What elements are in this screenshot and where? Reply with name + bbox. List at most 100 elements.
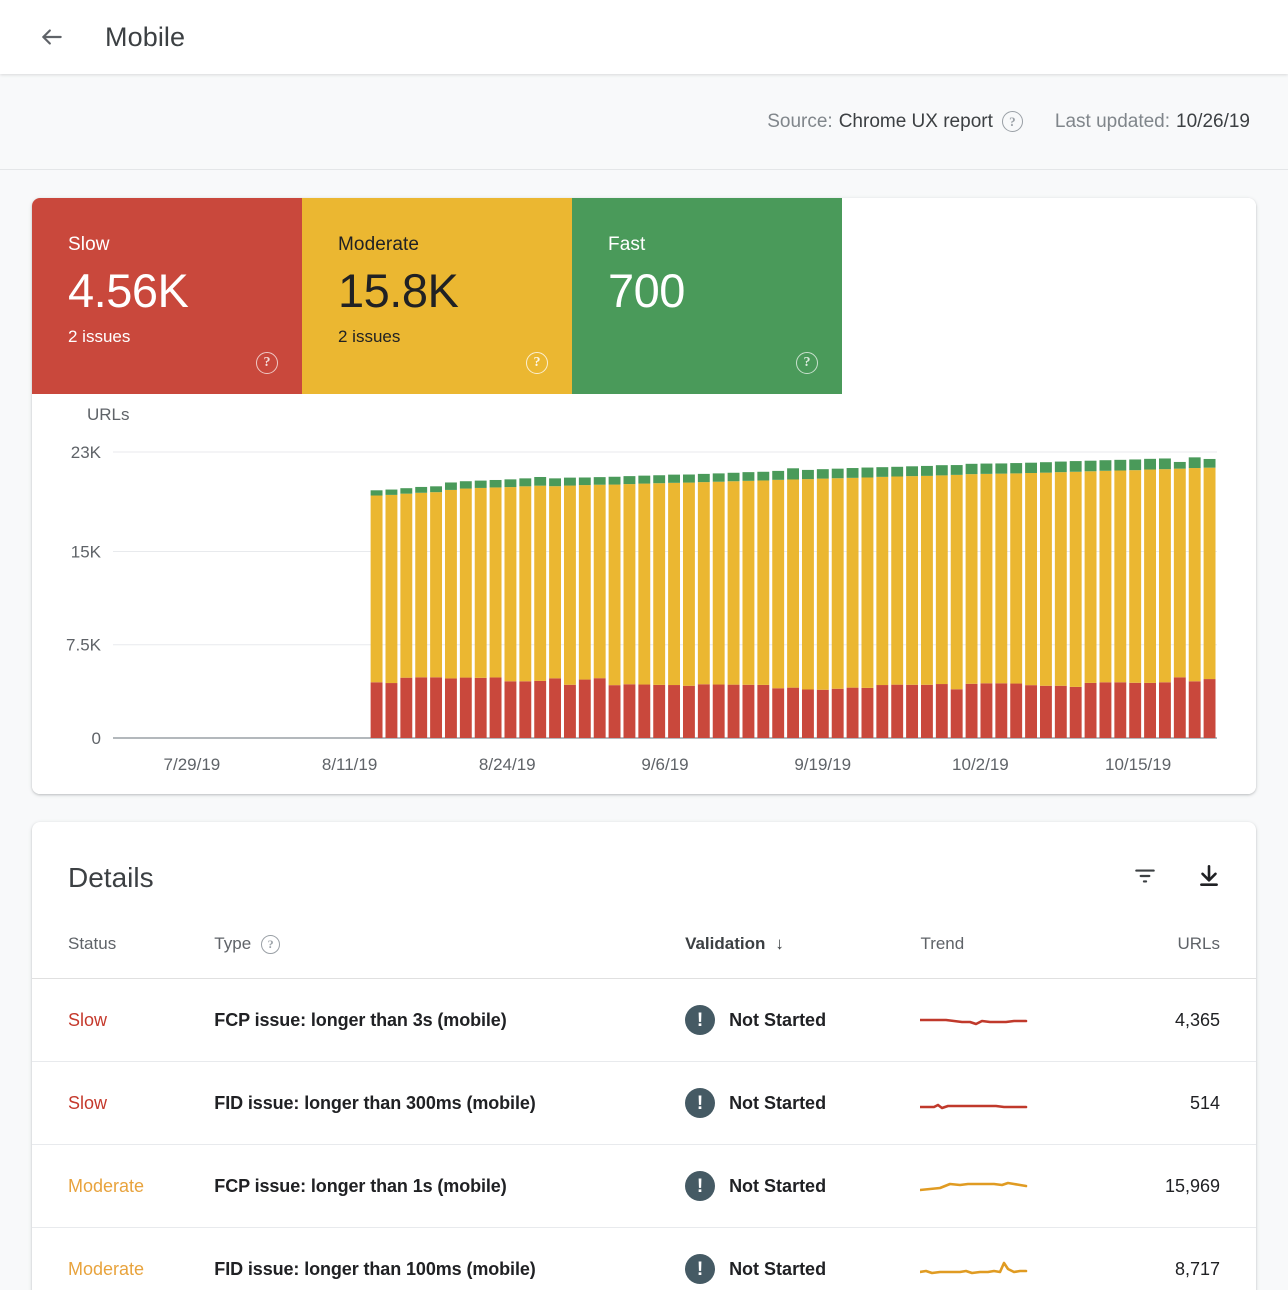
- validation-status-label: Not Started: [729, 1259, 826, 1280]
- validation-status-label: Not Started: [729, 1093, 826, 1114]
- details-panel: Details: [32, 822, 1256, 1290]
- table-row[interactable]: Slow FCP issue: longer than 3s (mobile)! N…: [32, 979, 1256, 1062]
- column-header-trend[interactable]: Trend: [920, 908, 1105, 979]
- filter-button[interactable]: [1130, 863, 1160, 893]
- row-type-cell[interactable]: FID issue: longer than 300ms (mobile): [214, 1062, 685, 1145]
- status-card-fast-label: Fast: [608, 234, 842, 256]
- column-header-status[interactable]: Status: [32, 908, 214, 979]
- table-row[interactable]: Moderate FID issue: longer than 100ms (mo…: [32, 1228, 1256, 1290]
- status-badge: Moderate: [68, 1259, 144, 1279]
- overview-panel: Slow 4.56K 2 issues ? Moderate 15.8K 2 i…: [32, 198, 1256, 794]
- svg-text:23K: 23K: [71, 443, 102, 462]
- column-header-urls-label: URLs: [1177, 934, 1220, 953]
- last-updated-info: Last updated: 10/26/19: [1055, 111, 1250, 133]
- row-trend-cell: [920, 979, 1105, 1062]
- svg-text:10/2/19: 10/2/19: [952, 755, 1009, 774]
- status-card-moderate-issues: 2 issues: [338, 327, 572, 347]
- content-area: Slow 4.56K 2 issues ? Moderate 15.8K 2 i…: [0, 170, 1288, 1290]
- urls-stacked-bar-chart-svg: URLs 0 7.5K 15K 23K 7/29/19 8/11/19 8/24/19 9/6/…: [32, 394, 1256, 794]
- alert-exclamation-icon: !: [685, 1254, 715, 1284]
- column-header-status-label: Status: [68, 934, 116, 954]
- details-table-head: Status Type ? Validation ↓: [32, 908, 1256, 979]
- svg-text:8/24/19: 8/24/19: [479, 755, 536, 774]
- status-card-moderate-help-icon[interactable]: ?: [526, 352, 548, 374]
- alert-exclamation-icon: !: [685, 1005, 715, 1035]
- column-header-validation-label: Validation: [685, 934, 765, 954]
- row-type-cell[interactable]: FCP issue: longer than 3s (mobile): [214, 979, 685, 1062]
- status-card-moderate[interactable]: Moderate 15.8K 2 issues ?: [302, 198, 572, 394]
- status-badge: Slow: [68, 1010, 107, 1030]
- trend-sparkline: [920, 1257, 1030, 1281]
- source-value: Chrome UX report: [839, 111, 993, 133]
- row-urls-cell: 514: [1106, 1062, 1256, 1145]
- source-label: Source:: [767, 111, 832, 133]
- validation-status-label: Not Started: [729, 1010, 826, 1031]
- svg-text:7/29/19: 7/29/19: [164, 755, 221, 774]
- trend-sparkline: [920, 1091, 1030, 1115]
- status-cards-row: Slow 4.56K 2 issues ? Moderate 15.8K 2 i…: [32, 198, 1256, 394]
- source-help-icon[interactable]: ?: [1002, 111, 1023, 132]
- status-card-moderate-label: Moderate: [338, 234, 572, 256]
- row-type-cell[interactable]: FID issue: longer than 100ms (mobile): [214, 1228, 685, 1290]
- svg-text:0: 0: [92, 729, 101, 748]
- row-validation-cell: ! Not Started: [685, 1062, 920, 1145]
- row-urls-cell: 8,717: [1106, 1228, 1256, 1290]
- status-badge: Moderate: [68, 1176, 144, 1196]
- filter-icon: [1132, 863, 1158, 894]
- column-header-validation[interactable]: Validation ↓: [685, 908, 920, 979]
- table-row[interactable]: Moderate FCP issue: longer than 1s (mobil…: [32, 1145, 1256, 1228]
- row-trend-cell: [920, 1145, 1105, 1228]
- details-table: Status Type ? Validation ↓: [32, 908, 1256, 1290]
- column-header-type[interactable]: Type ?: [214, 908, 685, 979]
- details-header-row: Status Type ? Validation ↓: [32, 908, 1256, 979]
- status-card-fast-help-icon[interactable]: ?: [796, 352, 818, 374]
- svg-text:15K: 15K: [71, 542, 102, 561]
- arrow-left-icon: [39, 24, 65, 50]
- last-updated-label: Last updated:: [1055, 111, 1170, 133]
- row-type-cell[interactable]: FCP issue: longer than 1s (mobile): [214, 1145, 685, 1228]
- status-card-fast[interactable]: Fast 700 ?: [572, 198, 842, 394]
- back-button[interactable]: [32, 17, 72, 57]
- row-validation-cell: ! Not Started: [685, 1228, 920, 1290]
- urls-over-time-chart[interactable]: URLs 0 7.5K 15K 23K 7/29/19 8/11/19 8/24/19 9/6/…: [32, 394, 1256, 794]
- source-strip: Source: Chrome UX report ? Last updated:…: [0, 74, 1288, 170]
- svg-text:7.5K: 7.5K: [66, 636, 102, 655]
- row-status-cell: Moderate: [32, 1145, 214, 1228]
- alert-exclamation-icon: !: [685, 1171, 715, 1201]
- table-row[interactable]: Slow FID issue: longer than 300ms (mobile…: [32, 1062, 1256, 1145]
- svg-text:8/11/19: 8/11/19: [322, 755, 377, 774]
- row-trend-cell: [920, 1228, 1105, 1290]
- download-button[interactable]: [1194, 863, 1224, 893]
- details-title: Details: [68, 862, 154, 894]
- row-status-cell: Moderate: [32, 1228, 214, 1290]
- svg-text:10/15/19: 10/15/19: [1105, 755, 1171, 774]
- details-table-body: Slow FCP issue: longer than 3s (mobile)! N…: [32, 979, 1256, 1290]
- trend-sparkline: [920, 1174, 1030, 1198]
- status-card-fast-value: 700: [608, 266, 842, 315]
- type-help-icon[interactable]: ?: [261, 935, 280, 954]
- details-actions: [1130, 863, 1224, 893]
- status-card-moderate-value: 15.8K: [338, 266, 572, 315]
- details-header: Details: [32, 822, 1256, 908]
- row-status-cell: Slow: [32, 1062, 214, 1145]
- svg-text:URLs: URLs: [87, 405, 130, 424]
- column-header-urls[interactable]: URLs: [1106, 908, 1256, 979]
- status-cards-filler: [842, 198, 1256, 394]
- status-card-slow-value: 4.56K: [68, 266, 302, 315]
- alert-exclamation-icon: !: [685, 1088, 715, 1118]
- column-header-type-label: Type: [214, 934, 251, 954]
- page-title: Mobile: [105, 22, 185, 53]
- app-bar: Mobile: [0, 0, 1288, 74]
- svg-text:9/19/19: 9/19/19: [794, 755, 851, 774]
- row-status-cell: Slow: [32, 979, 214, 1062]
- status-card-slow[interactable]: Slow 4.56K 2 issues ?: [32, 198, 302, 394]
- last-updated-value: 10/26/19: [1176, 111, 1250, 133]
- status-card-slow-help-icon[interactable]: ?: [256, 352, 278, 374]
- status-card-slow-label: Slow: [68, 234, 302, 256]
- source-info: Source: Chrome UX report ?: [767, 111, 1023, 133]
- svg-text:9/6/19: 9/6/19: [641, 755, 688, 774]
- status-badge: Slow: [68, 1093, 107, 1113]
- status-card-slow-issues: 2 issues: [68, 327, 302, 347]
- row-trend-cell: [920, 1062, 1105, 1145]
- row-validation-cell: !Not Started: [685, 1145, 920, 1228]
